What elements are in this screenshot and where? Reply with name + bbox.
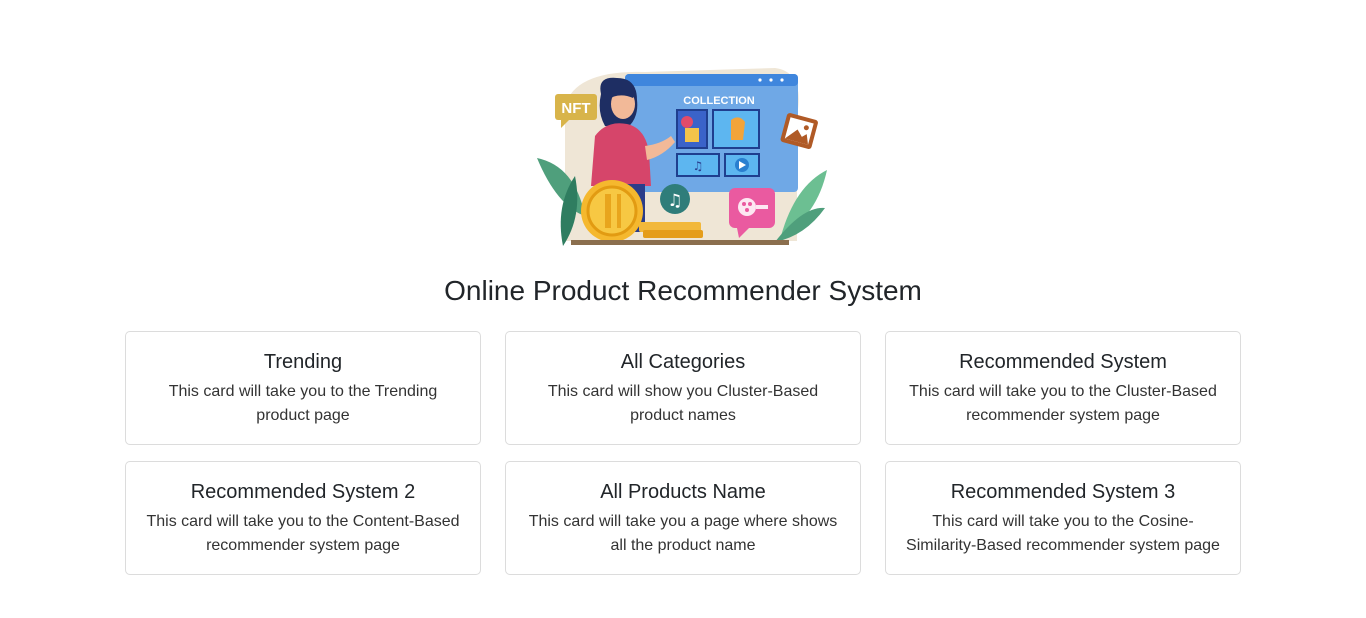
recommended-system-3-card[interactable]: Recommended System 3 This card will take… <box>885 461 1241 575</box>
gold-coin-icon <box>581 180 643 242</box>
screen-heading: COLLECTION <box>683 95 755 107</box>
card-text: This card will take you a page where sho… <box>528 513 838 554</box>
nft-collection-illustration: COLLECTION ♫ NFT ♫ <box>537 68 827 246</box>
navigation-cards: Trending This card will take you to the … <box>125 331 1241 575</box>
music-note-icon: ♫ <box>660 184 690 214</box>
card-title: All Products Name <box>600 481 766 503</box>
card-title: Recommended System <box>959 351 1167 373</box>
page-title: Online Product Recommender System <box>444 275 922 306</box>
all-categories-card[interactable]: All Categories This card will show you C… <box>505 331 861 445</box>
card-text: This card will take you to the Trending … <box>168 383 438 424</box>
card-title: All Categories <box>620 351 746 373</box>
recommended-system-card[interactable]: Recommended System This card will take y… <box>885 331 1241 445</box>
card-text: This card will take you to the Content-B… <box>146 513 460 554</box>
trending-card[interactable]: Trending This card will take you to the … <box>125 331 481 445</box>
card-text: This card will take you to the Cluster-B… <box>909 383 1217 424</box>
card-text: This card will take you to the Cosine-Si… <box>906 513 1220 554</box>
svg-text:♫: ♫ <box>693 159 704 173</box>
nft-badge-label: NFT <box>561 100 590 117</box>
card-title: Trending <box>263 351 343 373</box>
card-title: Recommended System 3 <box>950 481 1176 503</box>
all-products-name-card[interactable]: All Products Name This card will take yo… <box>505 461 861 575</box>
home-page: COLLECTION ♫ NFT ♫ Online Product Recomm… <box>0 0 1366 618</box>
svg-text:♫: ♫ <box>667 191 682 211</box>
hero-illustration: COLLECTION ♫ NFT ♫ <box>535 66 831 250</box>
card-text: This card will show you Cluster-Based pr… <box>547 383 819 424</box>
recommended-system-2-card[interactable]: Recommended System 2 This card will take… <box>125 461 481 575</box>
card-title: Recommended System 2 <box>190 481 416 503</box>
